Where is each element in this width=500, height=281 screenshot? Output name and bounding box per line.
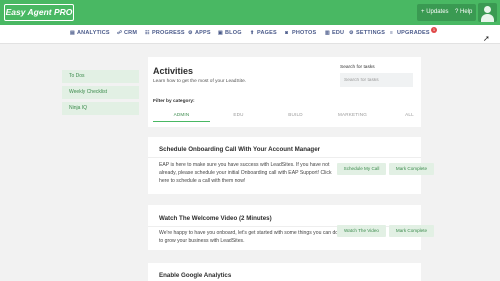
filter-label: Filter by category: — [153, 99, 195, 104]
avatar-head — [484, 6, 491, 13]
gear-icon: ⚙ — [349, 30, 354, 36]
help-button[interactable]: ? Help — [451, 4, 477, 21]
activity-card: Schedule Onboarding Call With Your Accou… — [148, 137, 434, 194]
help-circle-icon: ? — [455, 9, 459, 15]
updates-label: Updates — [426, 9, 449, 15]
updates-button[interactable]: + Updates — [417, 4, 453, 21]
avatar-body — [481, 14, 494, 22]
nav-item-apps[interactable]: ⚙ APPS — [188, 30, 211, 36]
search-input[interactable] — [340, 73, 413, 87]
card-title: Watch The Welcome Video (2 Minutes) — [159, 215, 272, 222]
nav-item-label: APPS — [195, 30, 211, 36]
nav-item-label: PAGES — [257, 30, 277, 36]
edu-icon: ▥ — [325, 30, 330, 36]
sidebar-item-to-dos[interactable]: To Dos — [62, 70, 139, 83]
app-logo[interactable]: Easy Agent PRO — [4, 4, 74, 21]
avatar[interactable] — [478, 3, 497, 22]
mouse-cursor-icon: ➚ — [483, 34, 490, 43]
activities-panel: Activities Learn how to get the most of … — [148, 57, 421, 127]
nav-item-crm[interactable]: ☍ CRM — [117, 30, 137, 36]
nav-item-photos[interactable]: ◙ PHOTOS — [285, 30, 316, 36]
schedule-call-button[interactable]: Schedule My Call — [337, 163, 386, 175]
nav-item-label: BLOG — [225, 30, 242, 36]
upgrade-icon: ≡ — [390, 30, 394, 36]
card-title: Schedule Onboarding Call With Your Accou… — [159, 146, 321, 153]
activity-card: Enable Google Analytics — [148, 263, 421, 281]
nav-item-progress[interactable]: ☷ PROGRESS — [145, 30, 185, 36]
pages-icon: ⬆ — [250, 30, 255, 36]
upgrades-badge: 1 — [431, 27, 437, 33]
tab-marketing[interactable]: MARKETING — [324, 112, 381, 117]
blog-icon: ▣ — [218, 30, 223, 36]
tab-admin[interactable]: ADMIN — [153, 112, 210, 117]
tab-all[interactable]: ALL — [381, 112, 438, 117]
page-subtitle: Learn how to get the most of your LeadSi… — [153, 79, 247, 84]
page-title: Activities — [153, 66, 194, 76]
nav-item-label: SETTINGS — [356, 30, 386, 36]
nav-item-label: ANALYTICS — [77, 30, 110, 36]
nav-item-label: UPGRADES — [397, 30, 430, 36]
nav-item-edu[interactable]: ▥ EDU — [325, 30, 344, 36]
card-description: We're happy to have you onboard, let's g… — [159, 230, 339, 244]
watch-video-button[interactable]: Watch The Video — [337, 225, 386, 237]
help-label: Help — [460, 9, 473, 15]
top-header: Easy Agent PRO + Updates ? Help — [0, 0, 500, 25]
nav-item-upgrades[interactable]: ≡ UPGRADES — [390, 30, 430, 36]
nav-item-label: PHOTOS — [292, 30, 317, 36]
mark-complete-button[interactable]: Mark Complete — [389, 225, 434, 237]
sidebar-item-ninja-iq[interactable]: Ninja IQ — [62, 102, 139, 115]
nav-item-settings[interactable]: ⚙ SETTINGS — [349, 30, 385, 36]
plus-icon: + — [421, 9, 425, 15]
sidebar-item-weekly-checklist[interactable]: Weekly Checklist — [62, 86, 139, 99]
nav-item-blog[interactable]: ▣ BLOG — [218, 30, 242, 36]
search-label: Search for tasks — [340, 65, 375, 70]
progress-icon: ☷ — [145, 30, 150, 36]
crm-icon: ☍ — [117, 30, 123, 36]
nav-item-label: PROGRESS — [152, 30, 185, 36]
card-divider — [148, 157, 421, 158]
nav-item-label: EDU — [332, 30, 345, 36]
chart-icon: ▤ — [70, 30, 75, 36]
nav-item-pages[interactable]: ⬆ PAGES — [250, 30, 277, 36]
nav-item-label: CRM — [124, 30, 138, 36]
nav-item-analytics[interactable]: ▤ ANALYTICS — [70, 30, 110, 36]
mark-complete-button[interactable]: Mark Complete — [389, 163, 434, 175]
main-nav: ▤ ANALYTICS ☍ CRM ☷ PROGRESS ⚙ APPS ▣ BLOG ⬆ P… — [0, 25, 500, 44]
card-description: EAP is here to make sure you have succes… — [159, 162, 332, 184]
activity-card: Watch The Welcome Video (2 Minutes) We'r… — [148, 205, 434, 250]
tab-edu[interactable]: EDU — [210, 112, 267, 117]
photo-icon: ◙ — [285, 30, 289, 36]
active-tab-underline — [153, 121, 210, 122]
apps-icon: ⚙ — [188, 30, 193, 36]
tab-build[interactable]: BUILD — [267, 112, 324, 117]
card-title: Enable Google Analytics — [159, 272, 232, 279]
